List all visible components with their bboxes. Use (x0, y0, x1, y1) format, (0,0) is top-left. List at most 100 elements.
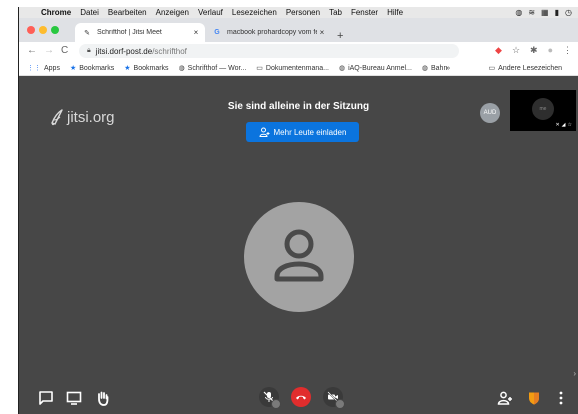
screenshare-icon[interactable] (66, 390, 82, 406)
google-favicon-icon: G (214, 29, 220, 36)
self-avatar: me (532, 98, 554, 120)
dominant-speaker-avatar (244, 202, 354, 312)
sync-icon[interactable]: ◍ (515, 8, 522, 17)
apps-grid-icon: ⋮⋮ (27, 65, 41, 72)
moderator-star-icon: ☆ (567, 122, 572, 128)
filmstrip-toggle-icon[interactable]: › (573, 369, 576, 378)
raise-hand-icon[interactable] (95, 390, 111, 406)
camera-options-icon[interactable] (335, 399, 345, 409)
tab-jitsi-meet[interactable]: ✎ Schrifthof | Jitsi Meet × (75, 23, 205, 42)
tab-close-icon[interactable]: × (191, 28, 201, 37)
chat-icon[interactable] (38, 390, 54, 406)
camera-off-icon: ◢ (561, 122, 566, 128)
bookmark-dokumentenmana[interactable]: ▭ Dokumentenmana... (256, 64, 329, 73)
person-silhouette-icon (274, 229, 324, 282)
window-close-icon[interactable] (27, 26, 35, 34)
menu-bearbeiten[interactable]: Bearbeiten (108, 8, 147, 17)
bookmark-bahn[interactable]: ◍ Bahn (421, 64, 448, 73)
reload-icon[interactable]: C (61, 45, 68, 56)
top-clipped-strip (0, 0, 578, 7)
globe-icon: ◍ (421, 65, 428, 72)
url-domain: jitsi.dorf-post.de (95, 46, 153, 56)
menu-bar: Chrome Datei Bearbeiten Anzeigen Verlauf… (19, 7, 578, 18)
bookmark-schrifthof[interactable]: ◍ Schrifthof — Wor... (178, 64, 247, 73)
bookmark-label: Bahn (431, 64, 448, 72)
more-menu-icon[interactable]: ⋮ (563, 45, 572, 56)
bookmark-other[interactable]: ▭ Andere Lesezeichen (488, 64, 562, 73)
bookmark-star-icon[interactable]: ☆ (512, 45, 520, 56)
wifi-icon[interactable]: ≋ (528, 8, 535, 17)
extension-icon[interactable]: ◆ (495, 45, 502, 56)
menu-app[interactable]: Chrome (41, 8, 71, 17)
menu-tab[interactable]: Tab (329, 8, 342, 17)
menu-anzeigen[interactable]: Anzeigen (156, 8, 189, 17)
local-video-thumbnail[interactable]: me ✕ ◢ ☆ (510, 90, 576, 131)
tab-close-icon[interactable]: × (317, 28, 327, 37)
browser-window: Chrome Datei Bearbeiten Anzeigen Verlauf… (19, 7, 578, 414)
bookmark-label: Apps (44, 64, 60, 72)
bookmark-label: Dokumentenmana... (265, 64, 329, 72)
bookmark-bookmarks-1[interactable]: ★ Bookmarks (69, 64, 115, 73)
mic-muted-icon: ✕ (555, 122, 560, 128)
display-icon[interactable]: ▦ (541, 8, 549, 17)
more-actions-icon[interactable] (553, 390, 569, 406)
menu-verlauf[interactable]: Verlauf (198, 8, 223, 17)
menu-personen[interactable]: Personen (286, 8, 320, 17)
url-path: /schrifthof (152, 46, 187, 56)
battery-icon[interactable]: ▮ (555, 8, 559, 17)
invite-more-people-button[interactable]: Mehr Leute einladen (246, 122, 359, 142)
star-icon: ★ (69, 65, 77, 72)
tab-title: macbook prohardcopy vom fe (227, 29, 317, 36)
bookmarks-bar: ⋮⋮ Apps ★ Bookmarks ★ Bookmarks ◍ Schrif… (19, 61, 578, 76)
address-bar[interactable]: 🔒︎ jitsi.dorf-post.de /schrifthof (79, 44, 459, 58)
invite-people-icon[interactable] (497, 390, 513, 406)
globe-icon: ◍ (338, 65, 346, 72)
extensions-puzzle-icon[interactable]: ✱ (530, 45, 538, 56)
participant-avatar[interactable]: AUD (480, 103, 500, 123)
bookmark-label: Schrifthof — Wor... (187, 64, 247, 72)
jitsi-favicon-icon: ✎ (84, 29, 90, 37)
globe-icon: ◍ (178, 65, 185, 72)
menu-lesezeichen[interactable]: Lesezeichen (232, 8, 277, 17)
star-icon: ★ (124, 65, 131, 72)
menu-fenster[interactable]: Fenster (351, 8, 378, 17)
folder-icon: ▭ (256, 65, 263, 72)
bookmarks-overflow-button[interactable]: » (446, 65, 450, 72)
bookmark-label: Bookmarks (133, 64, 169, 72)
hangup-icon (296, 395, 306, 400)
toolbar-icons: ◆ ☆ ✱ ● ⋮ (495, 45, 572, 56)
menubar-status-icons: ◍ ≋ ▦ ▮ ◷ (515, 7, 572, 18)
meeting-stage: jitsi.org Sie sind alleine in der Sitzun… (19, 76, 578, 414)
back-icon[interactable]: ← (27, 45, 37, 56)
invite-label: Mehr Leute einladen (273, 127, 347, 137)
meeting-toolbar (19, 380, 578, 414)
bookmark-apps[interactable]: ⋮⋮ Apps (27, 64, 60, 73)
bookmark-label: Andere Lesezeichen (498, 64, 562, 72)
camera-toggle-button[interactable] (323, 387, 345, 409)
window-minimize-icon[interactable] (39, 26, 47, 34)
security-shield-icon[interactable] (526, 390, 542, 406)
tab-strip: ✎ Schrifthof | Jitsi Meet × G macbook pr… (19, 18, 578, 42)
bookmark-bookmarks-2[interactable]: ★ Bookmarks (124, 64, 169, 73)
profile-avatar-icon[interactable]: ● (548, 45, 553, 56)
window-zoom-icon[interactable] (51, 26, 59, 34)
clock-icon[interactable]: ◷ (565, 8, 572, 17)
thumbnail-status-icons: ✕ ◢ ☆ (555, 122, 572, 128)
folder-icon: ▭ (488, 65, 496, 72)
browser-toolbar: ← → C 🔒︎ jitsi.dorf-post.de /schrifthof … (19, 42, 578, 61)
forward-icon[interactable]: → (44, 45, 54, 56)
bookmark-label: iAQ-Bureau Anmel... (348, 64, 412, 72)
bookmark-label: Bookmarks (79, 64, 115, 72)
add-person-icon (259, 127, 270, 137)
lock-icon[interactable]: 🔒︎ (87, 47, 91, 55)
screen: Chrome Datei Bearbeiten Anzeigen Verlauf… (0, 0, 578, 414)
bookmark-iaq-bureau[interactable]: ◍ iAQ-Bureau Anmel... (338, 64, 412, 73)
menu-hilfe[interactable]: Hilfe (387, 8, 403, 17)
hangup-button[interactable] (291, 387, 311, 407)
new-tab-icon[interactable]: + (337, 30, 343, 42)
tab-google-search[interactable]: G macbook prohardcopy vom fe × (205, 23, 331, 42)
mic-options-icon[interactable] (271, 399, 281, 409)
menu-datei[interactable]: Datei (80, 8, 99, 17)
tab-title: Schrifthof | Jitsi Meet (97, 29, 162, 36)
microphone-toggle-button[interactable] (259, 387, 281, 409)
